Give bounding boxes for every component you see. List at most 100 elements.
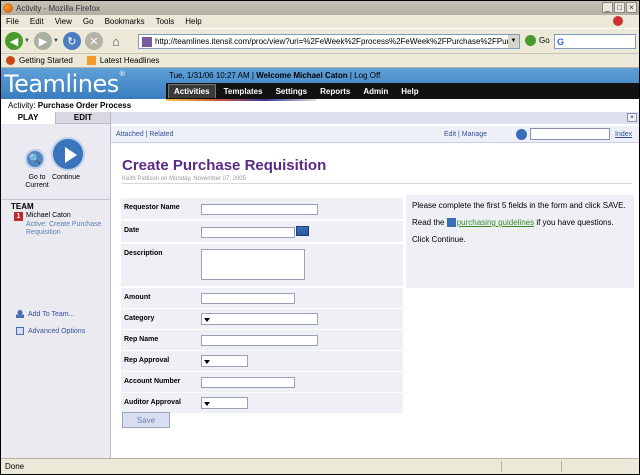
requestor-input[interactable]: [201, 204, 318, 215]
instructions-box: Please complete the first 5 fields in th…: [406, 195, 634, 288]
menu-bookmarks[interactable]: Bookmarks: [105, 17, 145, 26]
teamlines-logo: Teamlines®: [4, 70, 126, 98]
panel-search-input[interactable]: [530, 128, 610, 140]
menu-edit[interactable]: Edit: [30, 17, 44, 26]
navigation-toolbar: ◀ ▼ ▶ ▼ ↻ ✕ ⌂ http://teamlines.itensil.com…: [1, 28, 639, 54]
date-input[interactable]: [201, 227, 295, 238]
forward-dropdown-icon[interactable]: ▼: [53, 38, 59, 44]
attached-related-links[interactable]: Attached | Related: [116, 131, 173, 138]
nav-admin[interactable]: Admin: [358, 85, 393, 98]
stop-icon[interactable]: ✕: [84, 32, 103, 50]
bookmark-getting-started[interactable]: Getting Started: [6, 56, 73, 65]
go-to-current-icon[interactable]: 🔍: [25, 149, 45, 169]
continue-play-icon[interactable]: [51, 137, 85, 171]
category-select[interactable]: [201, 313, 318, 325]
back-icon[interactable]: ◀: [5, 32, 23, 50]
search-icon[interactable]: [516, 129, 527, 140]
url-dropdown-icon[interactable]: ▼: [508, 35, 519, 48]
rss-icon: [86, 56, 96, 65]
chevron-down-icon: [204, 360, 210, 364]
date-label: Date: [124, 227, 140, 234]
status-divider: [501, 461, 502, 472]
edit-manage-links[interactable]: Edit | Manage: [444, 131, 487, 138]
amount-input[interactable]: [201, 293, 295, 304]
account-number-input[interactable]: [201, 377, 295, 388]
activity-name: Purchase Order Process: [37, 101, 132, 110]
reload-icon[interactable]: ↻: [62, 32, 81, 50]
logo-text: Teamlines: [4, 70, 119, 98]
chevron-down-icon: [204, 402, 210, 406]
close-button[interactable]: ×: [626, 2, 637, 13]
rep-approval-row: Rep Approval: [121, 351, 403, 371]
user-bar: Tue, 1/31/06 10:27 AM | Welcome Michael …: [169, 71, 381, 80]
page-subtitle: Keith Pattison on Monday, November 07, 2…: [122, 176, 246, 182]
category-row: Category: [121, 309, 403, 329]
menu-view[interactable]: View: [55, 17, 72, 26]
purchasing-guidelines-link[interactable]: purchasing guidelines: [457, 218, 534, 227]
panel-header: ×: [111, 112, 639, 124]
bookmark-label: Getting Started: [19, 56, 73, 65]
tab-play[interactable]: PLAY: [1, 112, 55, 124]
go-icon: [525, 35, 536, 46]
forward-icon[interactable]: ▶: [33, 32, 52, 50]
menu-help[interactable]: Help: [185, 17, 201, 26]
continue-label[interactable]: Continue: [52, 174, 80, 181]
maximize-button[interactable]: □: [614, 2, 625, 13]
menu-go[interactable]: Go: [83, 17, 94, 26]
address-bar[interactable]: http://teamlines.itensil.com/proc/view?u…: [138, 34, 520, 49]
back-dropdown-icon[interactable]: ▼: [24, 38, 30, 44]
minimize-button[interactable]: _: [602, 2, 613, 13]
requestor-row: Requestor Name: [121, 198, 403, 219]
instruction-2-post: if you have questions.: [536, 218, 614, 227]
nav-templates[interactable]: Templates: [219, 85, 268, 98]
account-number-label: Account Number: [124, 378, 181, 385]
calendar-icon[interactable]: [296, 226, 309, 236]
app-nav: Activities Templates Settings Reports Ad…: [166, 83, 639, 99]
panel-link-bar: Attached | Related Edit | Manage Index: [111, 126, 639, 143]
description-textarea[interactable]: [201, 249, 305, 280]
firefox-bookmark-icon: [6, 56, 15, 65]
search-input[interactable]: G: [554, 34, 636, 49]
auditor-approval-select[interactable]: [201, 397, 248, 409]
status-divider: [561, 461, 562, 472]
main-panel: × Attached | Related Edit | Manage Index…: [111, 112, 639, 458]
instruction-2-pre: Read the: [412, 218, 445, 227]
url-text[interactable]: http://teamlines.itensil.com/proc/view?u…: [155, 37, 508, 46]
description-row: Description: [121, 244, 403, 286]
save-button[interactable]: Save: [122, 412, 170, 428]
advanced-options-link[interactable]: Advanced Options: [16, 327, 85, 335]
nav-reports[interactable]: Reports: [315, 85, 355, 98]
throbber-icon: [613, 16, 623, 26]
logoff-link[interactable]: Log Off: [354, 71, 380, 80]
options-icon: [16, 327, 24, 335]
go-to-current-label[interactable]: Go to Current: [17, 174, 57, 190]
rep-approval-label: Rep Approval: [124, 357, 170, 364]
welcome-text: Welcome Michael Caton: [256, 71, 348, 80]
rep-name-input[interactable]: [201, 335, 318, 346]
menu-file[interactable]: File: [6, 17, 19, 26]
document-icon: [446, 218, 456, 228]
nav-activities[interactable]: Activities: [168, 84, 216, 98]
nav-settings[interactable]: Settings: [271, 85, 313, 98]
bookmark-latest-headlines[interactable]: Latest Headlines: [86, 56, 159, 65]
instruction-1: Please complete the first 5 fields in th…: [412, 201, 626, 210]
go-button[interactable]: Go: [525, 35, 550, 46]
nav-help[interactable]: Help: [396, 85, 423, 98]
google-icon: G: [557, 37, 565, 47]
rep-approval-select[interactable]: [201, 355, 248, 367]
menu-tools[interactable]: Tools: [156, 17, 175, 26]
instruction-3: Click Continue.: [412, 235, 466, 244]
panel-close-icon[interactable]: ×: [627, 113, 637, 122]
category-label: Category: [124, 315, 155, 322]
advanced-options-label: Advanced Options: [28, 327, 86, 335]
amount-label: Amount: [124, 294, 151, 301]
tab-edit[interactable]: EDIT: [55, 112, 110, 124]
home-icon[interactable]: ⌂: [107, 32, 125, 50]
logo-mark: ®: [118, 70, 126, 78]
add-to-team-link[interactable]: Add To Team...: [16, 310, 74, 318]
date-row: Date: [121, 221, 403, 242]
auditor-approval-row: Auditor Approval: [121, 393, 403, 413]
index-link[interactable]: Index: [615, 131, 632, 138]
member-status[interactable]: Active: Create Purchase Requisition: [26, 221, 116, 237]
left-panel: PLAY EDIT 🔍 Go to Current Continue TEAM …: [1, 112, 111, 458]
